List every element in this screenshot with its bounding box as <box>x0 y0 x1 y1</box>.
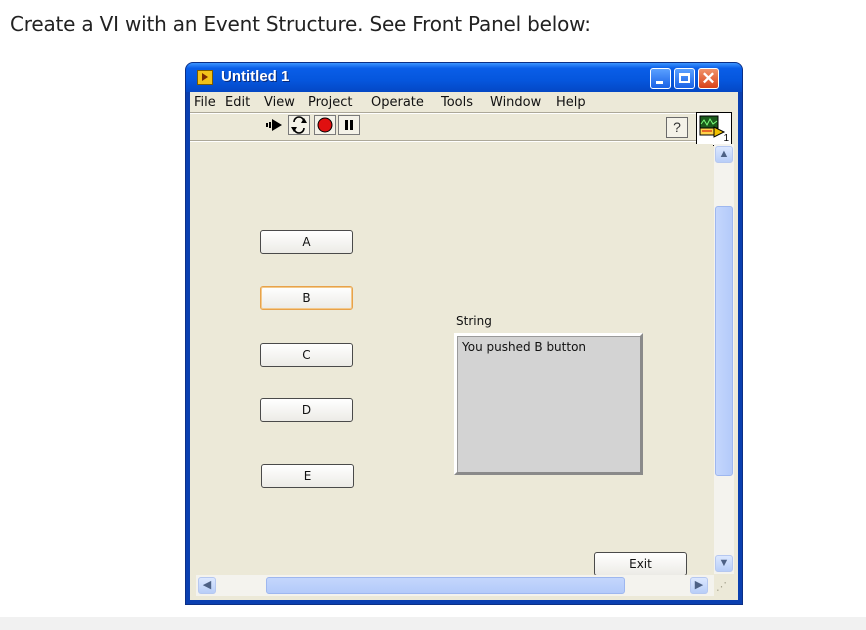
run-arrow-icon <box>266 119 282 131</box>
button-e[interactable]: E <box>261 464 354 488</box>
labview-window: Untitled 1 ✕ File Edit View Project Oper… <box>186 63 742 604</box>
close-icon: ✕ <box>701 69 716 88</box>
menu-separator <box>190 112 696 114</box>
title-bar[interactable]: Untitled 1 ✕ <box>186 63 742 92</box>
menu-bar: File Edit View Project Operate Tools Win… <box>190 92 738 112</box>
menu-tools[interactable]: Tools <box>441 95 473 110</box>
menu-operate[interactable]: Operate <box>371 95 424 110</box>
vi-icon-badge: 1 <box>723 133 729 144</box>
toolbar-separator <box>190 140 696 142</box>
button-b[interactable]: B <box>260 286 353 310</box>
scroll-up-button[interactable]: ▲ <box>715 146 733 163</box>
horizontal-scroll-thumb[interactable] <box>266 577 625 594</box>
close-button[interactable]: ✕ <box>698 68 719 89</box>
menu-project[interactable]: Project <box>308 95 352 110</box>
abort-icon <box>317 117 333 133</box>
menu-window[interactable]: Window <box>490 95 541 110</box>
button-a[interactable]: A <box>260 230 353 254</box>
pause-button[interactable] <box>338 115 360 135</box>
menu-file[interactable]: File <box>194 95 216 110</box>
chevron-left-icon: ◀ <box>202 579 212 591</box>
scroll-down-button[interactable]: ▼ <box>715 555 733 572</box>
pause-icon <box>345 120 353 130</box>
vi-icon[interactable]: 1 <box>696 112 732 146</box>
menu-help[interactable]: Help <box>556 95 586 110</box>
maximize-button[interactable] <box>674 68 695 89</box>
labview-app-icon <box>197 70 213 85</box>
run-continuously-icon <box>291 116 307 134</box>
help-icon: ? <box>673 119 681 135</box>
string-indicator-label: String <box>456 314 492 328</box>
menu-edit[interactable]: Edit <box>225 95 250 110</box>
minimize-button[interactable] <box>650 68 671 89</box>
run-continuously-button[interactable] <box>288 115 310 135</box>
scroll-left-button[interactable]: ◀ <box>198 577 216 594</box>
menu-view[interactable]: View <box>264 95 295 110</box>
maximize-icon <box>679 73 690 83</box>
chevron-right-icon: ▶ <box>694 579 704 591</box>
resize-grip-icon[interactable]: ⋰ <box>716 580 732 596</box>
front-panel: A B C D E String You pushed B button Exi… <box>190 144 713 576</box>
bottom-strip <box>0 617 866 630</box>
button-c[interactable]: C <box>260 343 353 367</box>
window-title: Untitled 1 <box>221 68 290 85</box>
chevron-down-icon: ▼ <box>718 557 730 569</box>
chevron-up-icon: ▲ <box>718 148 730 160</box>
instruction-text: Create a VI with an Event Structure. See… <box>10 12 591 36</box>
window-client: File Edit View Project Operate Tools Win… <box>190 92 738 600</box>
abort-button[interactable] <box>314 115 336 135</box>
vertical-scroll-thumb[interactable] <box>715 206 733 476</box>
horizontal-scrollbar[interactable]: ◀ ▶ <box>196 575 714 596</box>
vertical-scrollbar[interactable]: ▲ ▼ <box>714 144 734 574</box>
run-button[interactable] <box>264 115 286 135</box>
string-indicator-value: You pushed B button <box>462 340 587 354</box>
button-d[interactable]: D <box>260 398 353 422</box>
string-indicator: You pushed B button <box>454 333 643 475</box>
scroll-right-button[interactable]: ▶ <box>690 577 708 594</box>
context-help-button[interactable]: ? <box>666 117 688 138</box>
exit-button[interactable]: Exit <box>594 552 687 576</box>
minimize-icon <box>656 81 663 84</box>
